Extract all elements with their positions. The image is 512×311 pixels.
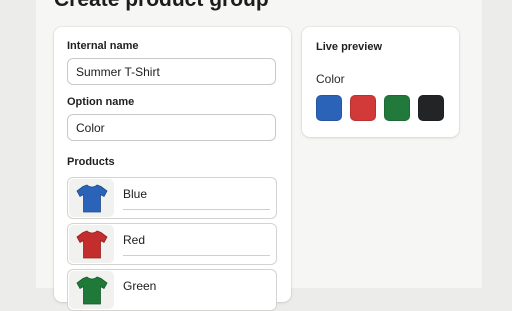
product-item-red[interactable]: Red (67, 223, 277, 265)
live-preview-card: Live preview Color (302, 27, 459, 137)
product-thumbnail (69, 179, 114, 217)
product-name: Red (123, 233, 146, 247)
tshirt-icon (75, 276, 108, 305)
divider (123, 255, 270, 256)
tshirt-shape (75, 184, 108, 213)
tshirt-shape (75, 276, 108, 305)
divider (123, 209, 270, 210)
tshirt-icon (75, 184, 108, 213)
internal-name-label: Internal name (67, 40, 139, 52)
tshirt-shape (75, 230, 108, 259)
internal-name-input[interactable] (67, 58, 276, 85)
product-name: Green (123, 279, 157, 293)
product-group-form: Internal name Option name Products Blue … (54, 27, 291, 311)
option-label: Color (316, 72, 345, 86)
tshirt-icon (75, 230, 108, 259)
option-name-input[interactable] (67, 114, 276, 141)
color-swatches (316, 95, 444, 121)
page-title: Create product group (54, 0, 269, 12)
product-item-blue[interactable]: Blue (67, 177, 277, 219)
swatch-green[interactable] (384, 95, 410, 121)
product-thumbnail (69, 271, 114, 309)
products-label: Products (67, 156, 115, 168)
live-preview-title: Live preview (316, 41, 383, 53)
product-item-green[interactable]: Green (67, 269, 277, 311)
product-name: Blue (123, 187, 148, 201)
swatch-red[interactable] (350, 95, 376, 121)
swatch-blue[interactable] (316, 95, 342, 121)
option-name-label: Option name (67, 96, 135, 108)
product-thumbnail (69, 225, 114, 263)
swatch-black[interactable] (418, 95, 444, 121)
